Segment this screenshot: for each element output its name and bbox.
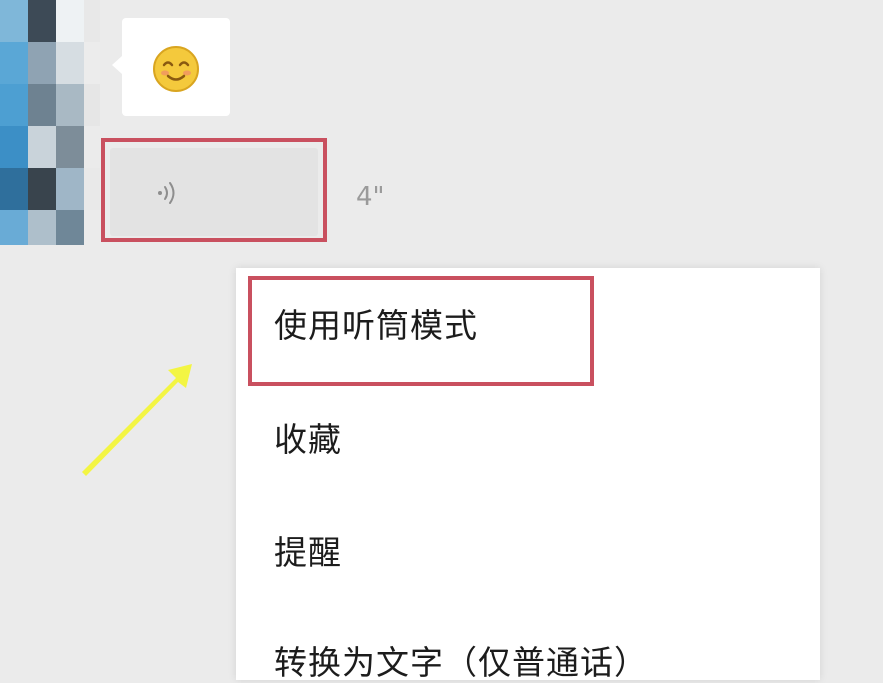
- menu-item-remind[interactable]: 提醒: [274, 533, 342, 573]
- menu-item-favorite[interactable]: 收藏: [274, 420, 342, 460]
- smiley-emoji-icon: [153, 46, 199, 92]
- avatar[interactable]: [0, 0, 100, 245]
- voice-message-bubble[interactable]: [110, 148, 318, 236]
- annotation-arrow-icon: [82, 364, 192, 476]
- emoji-message-bubble[interactable]: [112, 18, 230, 116]
- context-menu: 使用听筒模式 收藏 提醒 转换为文字（仅普通话）: [236, 268, 820, 683]
- voice-duration: 4": [356, 182, 385, 212]
- sound-wave-icon: [158, 182, 175, 204]
- menu-item-earpiece-mode[interactable]: 使用听筒模式: [274, 306, 478, 346]
- menu-item-convert-to-text[interactable]: 转换为文字（仅普通话）: [274, 643, 648, 683]
